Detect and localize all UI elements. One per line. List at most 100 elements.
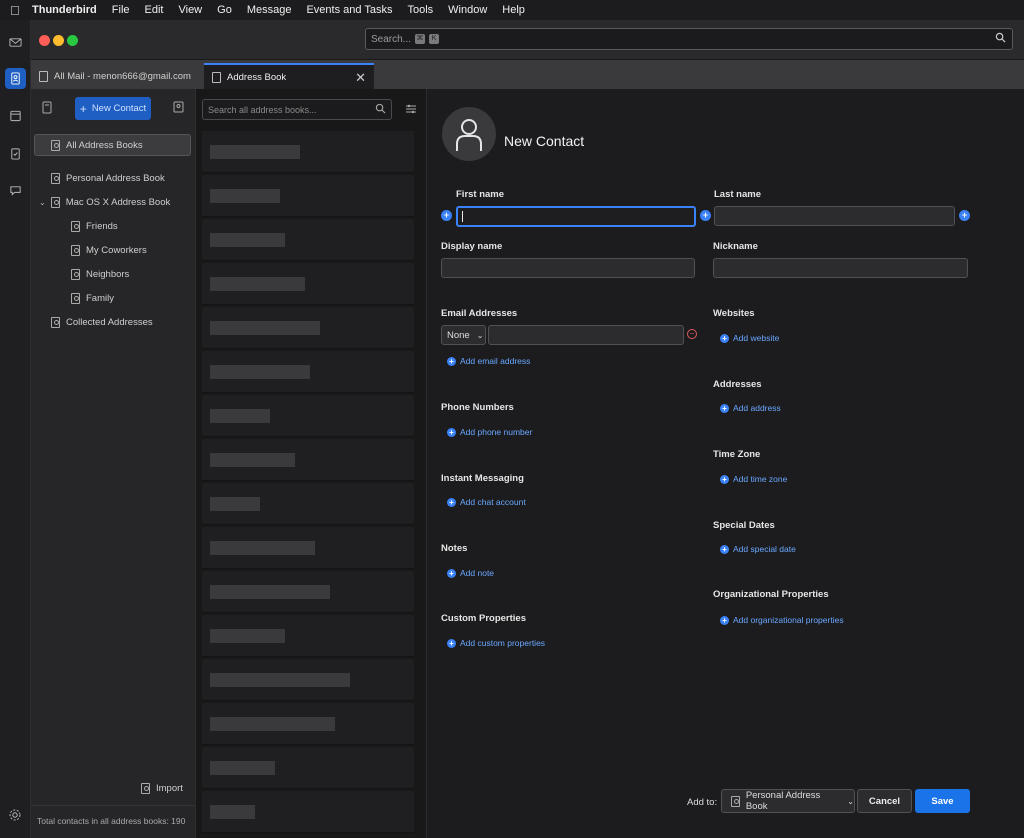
email-type-select[interactable]: None ⌄ — [441, 325, 486, 345]
add-email-button[interactable]: + Add email address — [447, 356, 530, 366]
contact-row[interactable] — [202, 263, 414, 305]
title-bar: Search... ⌘ K — [0, 20, 1024, 60]
menu-view[interactable]: View — [178, 4, 202, 16]
add-timezone-button[interactable]: + Add time zone — [720, 474, 787, 484]
contact-row[interactable] — [202, 659, 414, 701]
search-icon — [375, 103, 386, 114]
close-tab-icon[interactable]: ✕ — [355, 70, 366, 86]
list-my-coworkers[interactable]: My Coworkers — [34, 239, 191, 261]
menu-help[interactable]: Help — [502, 4, 525, 16]
tab-all-mail[interactable]: All Mail - menon666@gmail.com — [31, 63, 201, 89]
add-name-prefix-icon[interactable]: + — [441, 210, 452, 221]
menu-file[interactable]: File — [112, 4, 130, 16]
menu-bar:  Thunderbird File Edit View Go Message … — [0, 0, 1024, 20]
add-name-suffix-icon[interactable]: + — [959, 210, 970, 221]
add-icon: + — [447, 427, 456, 437]
menu-window[interactable]: Window — [448, 4, 487, 16]
chat-space-button[interactable] — [5, 180, 26, 201]
contact-photo[interactable] — [442, 107, 496, 161]
list-neighbors[interactable]: Neighbors — [34, 263, 191, 285]
add-middle-name-icon[interactable]: + — [700, 210, 711, 221]
add-icon: + — [720, 474, 729, 484]
add-icon: + — [720, 544, 729, 554]
contact-row[interactable] — [202, 351, 414, 393]
apple-icon[interactable]:  — [10, 3, 32, 18]
contact-row[interactable] — [202, 703, 414, 745]
add-to-select[interactable]: Personal Address Book ⌄ — [721, 789, 855, 813]
new-list-icon[interactable] — [173, 101, 184, 113]
tasks-icon — [11, 148, 20, 160]
address-book-space-button[interactable] — [5, 68, 26, 89]
add-date-button[interactable]: + Add special date — [720, 544, 796, 554]
book-mac-os-x[interactable]: ⌄ Mac OS X Address Book — [34, 191, 191, 213]
search-icon[interactable] — [995, 32, 1006, 43]
minimize-window-button[interactable] — [53, 35, 64, 46]
close-window-button[interactable] — [39, 35, 50, 46]
editor-title: New Contact — [504, 133, 585, 149]
settings-gear-icon[interactable] — [8, 808, 22, 825]
menu-edit[interactable]: Edit — [145, 4, 164, 16]
shortcut-key-k: K — [429, 34, 440, 44]
contact-search-input[interactable]: Search all address books... — [202, 99, 392, 120]
book-personal[interactable]: Personal Address Book — [34, 167, 191, 189]
menu-message[interactable]: Message — [247, 4, 292, 16]
new-address-book-icon[interactable] — [42, 101, 52, 114]
contact-row[interactable] — [202, 395, 414, 437]
menu-events-tasks[interactable]: Events and Tasks — [306, 4, 392, 16]
add-note-button[interactable]: + Add note — [447, 568, 494, 578]
book-label: My Coworkers — [86, 244, 147, 256]
add-org-button[interactable]: + Add organizational properties — [720, 615, 844, 625]
menu-tools[interactable]: Tools — [407, 4, 433, 16]
add-custom-button[interactable]: + Add custom properties — [447, 638, 545, 648]
display-name-field[interactable] — [441, 258, 695, 278]
add-to-value: Personal Address Book — [745, 790, 821, 812]
contact-row[interactable] — [202, 527, 414, 569]
contact-row[interactable] — [202, 175, 414, 217]
contact-row[interactable] — [202, 615, 414, 657]
add-chat-label: Add chat account — [460, 497, 526, 507]
contacts-count: Total contacts in all address books: 190 — [31, 805, 195, 838]
last-name-field[interactable] — [714, 206, 955, 226]
book-label: Collected Addresses — [66, 316, 153, 328]
first-name-field[interactable] — [456, 206, 696, 227]
calendar-space-button[interactable] — [5, 105, 26, 126]
cancel-button[interactable]: Cancel — [857, 789, 912, 813]
contact-row[interactable] — [202, 571, 414, 613]
book-all-address-books[interactable]: All Address Books — [34, 134, 191, 156]
add-chat-button[interactable]: + Add chat account — [447, 497, 526, 507]
email-type-value: None — [447, 329, 470, 341]
contact-row[interactable] — [202, 439, 414, 481]
global-search-placeholder: Search... — [371, 33, 412, 45]
email-address-field[interactable] — [488, 325, 684, 345]
add-phone-button[interactable]: + Add phone number — [447, 427, 532, 437]
new-contact-button[interactable]: + New Contact — [75, 97, 151, 120]
tab-address-book[interactable]: Address Book ✕ — [204, 63, 374, 89]
menu-app-name[interactable]: Thunderbird — [32, 4, 97, 16]
contact-row[interactable] — [202, 307, 414, 349]
contact-row[interactable] — [202, 131, 414, 173]
new-contact-label: New Contact — [91, 103, 147, 114]
chevron-down-icon[interactable]: ⌄ — [39, 198, 46, 207]
contact-row[interactable] — [202, 219, 414, 261]
remove-email-icon[interactable]: − — [687, 329, 697, 339]
contact-row[interactable] — [202, 483, 414, 525]
list-friends[interactable]: Friends — [34, 215, 191, 237]
save-button[interactable]: Save — [915, 789, 970, 813]
import-button[interactable]: Import — [141, 783, 183, 794]
global-search-input[interactable]: Search... ⌘ K — [365, 28, 1013, 50]
contact-row[interactable] — [202, 747, 414, 789]
im-section-label: Instant Messaging — [441, 473, 524, 484]
add-website-button[interactable]: + Add website — [720, 333, 779, 343]
address-book-icon — [731, 795, 740, 807]
list-display-options-icon[interactable] — [405, 103, 417, 115]
menu-go[interactable]: Go — [217, 4, 232, 16]
book-collected-addresses[interactable]: Collected Addresses — [34, 311, 191, 333]
contact-row[interactable] — [202, 791, 414, 833]
zoom-window-button[interactable] — [67, 35, 78, 46]
tasks-space-button[interactable] — [5, 143, 26, 164]
add-address-button[interactable]: + Add address — [720, 403, 781, 413]
mailing-list-icon — [71, 220, 80, 232]
list-family[interactable]: Family — [34, 287, 191, 309]
mail-space-button[interactable] — [5, 32, 26, 53]
nickname-field[interactable] — [713, 258, 968, 278]
